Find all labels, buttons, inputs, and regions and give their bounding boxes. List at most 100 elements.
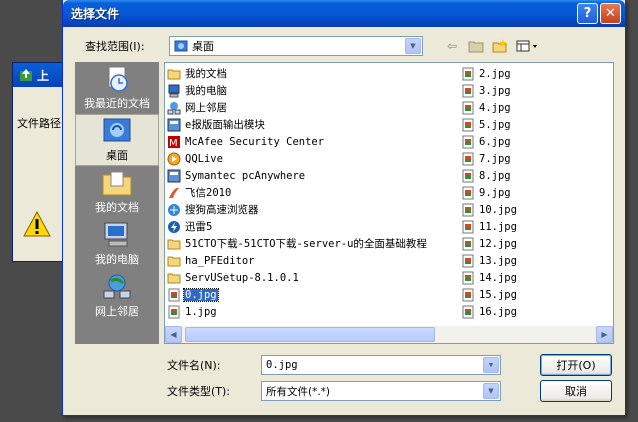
application-icon <box>167 169 181 182</box>
lookin-value: 桌面 <box>192 40 214 53</box>
chevron-down-icon[interactable]: ▼ <box>405 38 421 54</box>
file-list-item[interactable]: 15.jpg <box>461 286 611 303</box>
place-recent-documents[interactable]: 我最近的文档 <box>75 62 159 114</box>
qqlive-icon <box>167 152 181 165</box>
file-list-item[interactable]: 11.jpg <box>461 218 611 235</box>
place-label: 我的电脑 <box>95 253 139 266</box>
filetype-row: 文件类型(T): 所有文件(*.*) ▼ <box>167 380 501 402</box>
places-bar: 我最近的文档 桌面 我的文档 我的电脑 网上邻居 <box>75 62 159 344</box>
file-list-column-1: 我的文档 我的电脑 网上邻居 e报版面输出模块 M McAfee Security Cen… <box>167 65 457 320</box>
close-button[interactable]: ✕ <box>600 3 621 24</box>
file-name: 16.jpg <box>479 305 517 318</box>
file-name: 13.jpg <box>479 254 517 267</box>
file-list-item[interactable]: 5.jpg <box>461 116 611 133</box>
file-list-item[interactable]: 搜狗高速浏览器 <box>167 201 457 218</box>
file-name: 10.jpg <box>479 203 517 216</box>
file-list-item[interactable]: 7.jpg <box>461 150 611 167</box>
file-list-item[interactable]: 16.jpg <box>461 303 611 320</box>
file-list-item[interactable]: 10.jpg <box>461 201 611 218</box>
scrollbar-thumb[interactable] <box>185 327 435 342</box>
chevron-down-icon[interactable]: ▼ <box>483 383 499 399</box>
cancel-button[interactable]: 取消 <box>540 380 612 402</box>
filename-value: 0.jpg <box>266 359 298 371</box>
file-list-item[interactable]: QQLive <box>167 150 457 167</box>
file-list-item[interactable]: 迅雷5 <box>167 218 457 235</box>
file-list-item[interactable]: 0.jpg <box>167 286 457 303</box>
jpg-file-icon <box>462 135 474 148</box>
network-icon <box>167 101 181 114</box>
file-list-item[interactable]: 我的电脑 <box>167 82 457 99</box>
place-label: 我最近的文档 <box>84 97 150 110</box>
new-folder-icon[interactable] <box>491 37 509 55</box>
file-list-item[interactable]: e报版面输出模块 <box>167 116 457 133</box>
file-list[interactable]: 我的文档 我的电脑 网上邻居 e报版面输出模块 M McAfee Security Cen… <box>164 62 614 344</box>
file-list-item[interactable]: 3.jpg <box>461 82 611 99</box>
filename-label: 文件名(N): <box>167 359 221 372</box>
toolbar: ⇦ <box>443 36 541 56</box>
file-list-item[interactable]: 4.jpg <box>461 99 611 116</box>
place-label: 我的文档 <box>95 201 139 214</box>
chevron-down-icon[interactable]: ▼ <box>483 357 499 373</box>
place-my-documents[interactable]: 我的文档 <box>75 166 159 218</box>
place-label: 桌面 <box>106 149 128 162</box>
jpg-file-icon <box>168 288 180 301</box>
jpg-file-icon <box>462 220 474 233</box>
view-menu-icon[interactable] <box>515 37 541 55</box>
recent-documents-icon <box>108 66 128 92</box>
file-list-item[interactable]: ha_PFEditor <box>167 252 457 269</box>
file-list-item[interactable]: 8.jpg <box>461 167 611 184</box>
file-list-item[interactable]: 2.jpg <box>461 65 611 82</box>
file-list-item[interactable]: 51CTO下载-51CTO下载-server-u的全面基础教程 <box>167 235 457 252</box>
folder-icon <box>167 69 181 79</box>
file-list-item[interactable]: 1.jpg <box>167 303 457 320</box>
file-name: 51CTO下载-51CTO下载-server-u的全面基础教程 <box>185 238 427 250</box>
file-name: ServUSetup-8.1.0.1 <box>185 271 299 284</box>
file-list-item[interactable]: 9.jpg <box>461 184 611 201</box>
horizontal-scrollbar[interactable]: ◀ ▶ <box>165 326 613 343</box>
file-name: 12.jpg <box>479 237 517 250</box>
filetype-label: 文件类型(T): <box>167 385 231 398</box>
network-places-icon <box>103 274 131 299</box>
mcafee-icon: M <box>168 135 180 149</box>
my-documents-icon <box>102 171 132 196</box>
file-list-item[interactable]: 6.jpg <box>461 133 611 150</box>
filename-row: 文件名(N): 0.jpg ▼ <box>167 354 501 376</box>
file-name: 1.jpg <box>185 305 217 318</box>
application-icon <box>167 118 181 131</box>
file-list-item[interactable]: Symantec pcAnywhere <box>167 167 457 184</box>
file-list-column-2: 2.jpg 3.jpg 4.jpg 5.jpg 6.jpg 7.jpg 8.jpg 9.jpg… <box>461 65 611 320</box>
file-name: 15.jpg <box>479 288 517 301</box>
scroll-left-icon[interactable]: ◀ <box>165 326 182 343</box>
place-network-places[interactable]: 网上邻居 <box>75 270 159 322</box>
browser-icon <box>168 203 180 216</box>
file-name: 迅雷5 <box>185 221 213 233</box>
file-list-item[interactable]: ServUSetup-8.1.0.1 <box>167 269 457 286</box>
help-button[interactable]: ? <box>577 3 598 24</box>
file-list-item[interactable]: 我的文档 <box>167 65 457 82</box>
jpg-file-icon <box>168 305 180 318</box>
desktop-icon <box>174 40 188 52</box>
back-arrow-icon[interactable]: ⇦ <box>443 37 461 55</box>
folder-icon <box>167 273 181 283</box>
file-list-item[interactable]: 飞信2010 <box>167 184 457 201</box>
dialog-titlebar[interactable]: 选择文件 ? ✕ <box>63 0 625 27</box>
filename-input[interactable]: 0.jpg ▼ <box>261 355 501 375</box>
jpg-file-icon <box>462 271 474 284</box>
place-desktop[interactable]: 桌面 <box>75 114 159 166</box>
jpg-file-icon <box>462 305 474 318</box>
file-list-item[interactable]: 14.jpg <box>461 269 611 286</box>
lookin-dropdown[interactable]: 桌面 ▼ <box>169 36 423 56</box>
up-folder-icon[interactable] <box>467 37 485 55</box>
jpg-file-icon <box>462 237 474 250</box>
file-list-item[interactable]: 网上邻居 <box>167 99 457 116</box>
scroll-right-icon[interactable]: ▶ <box>596 326 613 343</box>
file-name: e报版面输出模块 <box>185 119 265 131</box>
file-list-item[interactable]: 13.jpg <box>461 252 611 269</box>
open-button[interactable]: 打开(O) <box>540 354 612 376</box>
file-list-item[interactable]: 12.jpg <box>461 235 611 252</box>
file-name: 3.jpg <box>479 84 511 97</box>
file-list-item[interactable]: M McAfee Security Center <box>167 133 457 150</box>
filetype-select[interactable]: 所有文件(*.*) ▼ <box>261 381 501 401</box>
jpg-file-icon <box>462 152 474 165</box>
place-my-computer[interactable]: 我的电脑 <box>75 218 159 270</box>
